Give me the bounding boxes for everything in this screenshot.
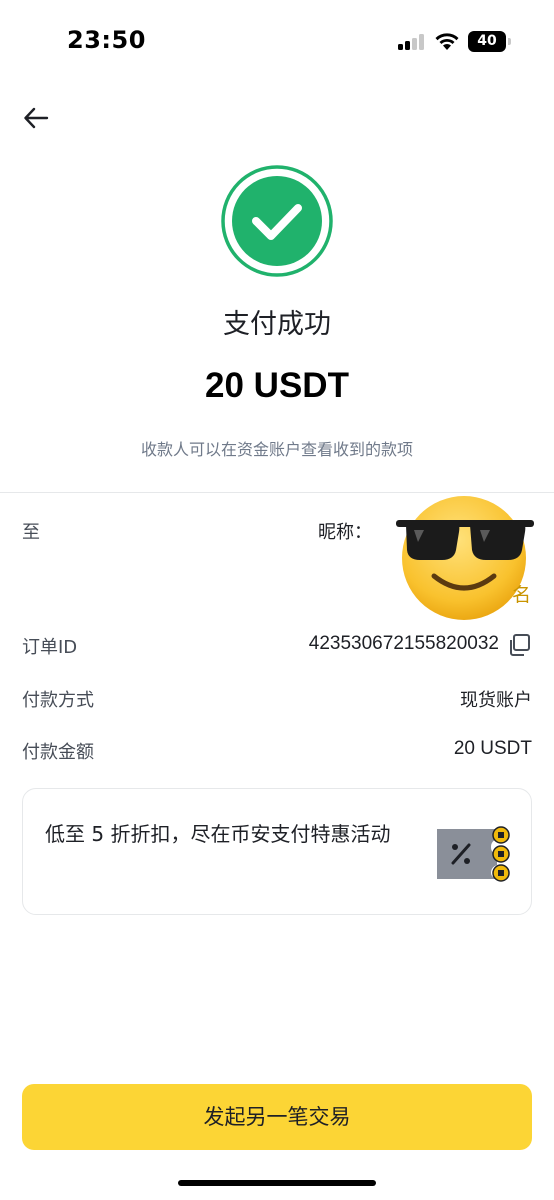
payment-amount: 20 USDT [205, 366, 349, 405]
coupon-icon [437, 826, 510, 882]
status-time: 23:50 [67, 26, 146, 54]
payment-method-label: 付款方式 [22, 690, 94, 711]
check-circle-icon [221, 165, 333, 277]
payment-amount-value: 20 USDT [453, 738, 532, 759]
payment-status-title: 支付成功 [223, 309, 331, 340]
payment-amount-label: 付款金额 [22, 742, 94, 763]
recipient-label: 至 [22, 522, 40, 543]
order-id-value: 423530672155820032 [308, 633, 499, 654]
battery-icon: 40 [468, 31, 506, 52]
status-bar: 23:50 40 [0, 0, 554, 84]
recipient-name-fragment: 名 [512, 584, 532, 606]
wifi-icon [435, 33, 459, 50]
home-indicator [178, 1180, 376, 1186]
battery-cap [508, 38, 511, 45]
new-transaction-button[interactable]: 发起另一笔交易 [22, 1084, 532, 1150]
payment-method-value: 现货账户 [460, 690, 532, 711]
payment-notice: 收款人可以在资金账户查看收到的款项 [140, 440, 413, 459]
cellular-signal-icon [398, 34, 426, 50]
promo-text: 低至 5 折折扣，尽在币安支付特惠活动 [45, 822, 391, 846]
promo-banner[interactable]: 低至 5 折折扣，尽在币安支付特惠活动 [22, 788, 532, 915]
recipient-nickname-label: 昵称： [318, 522, 372, 543]
copy-icon[interactable] [507, 633, 531, 657]
back-arrow-icon[interactable] [22, 104, 50, 132]
order-id-label: 订单ID [22, 637, 78, 658]
